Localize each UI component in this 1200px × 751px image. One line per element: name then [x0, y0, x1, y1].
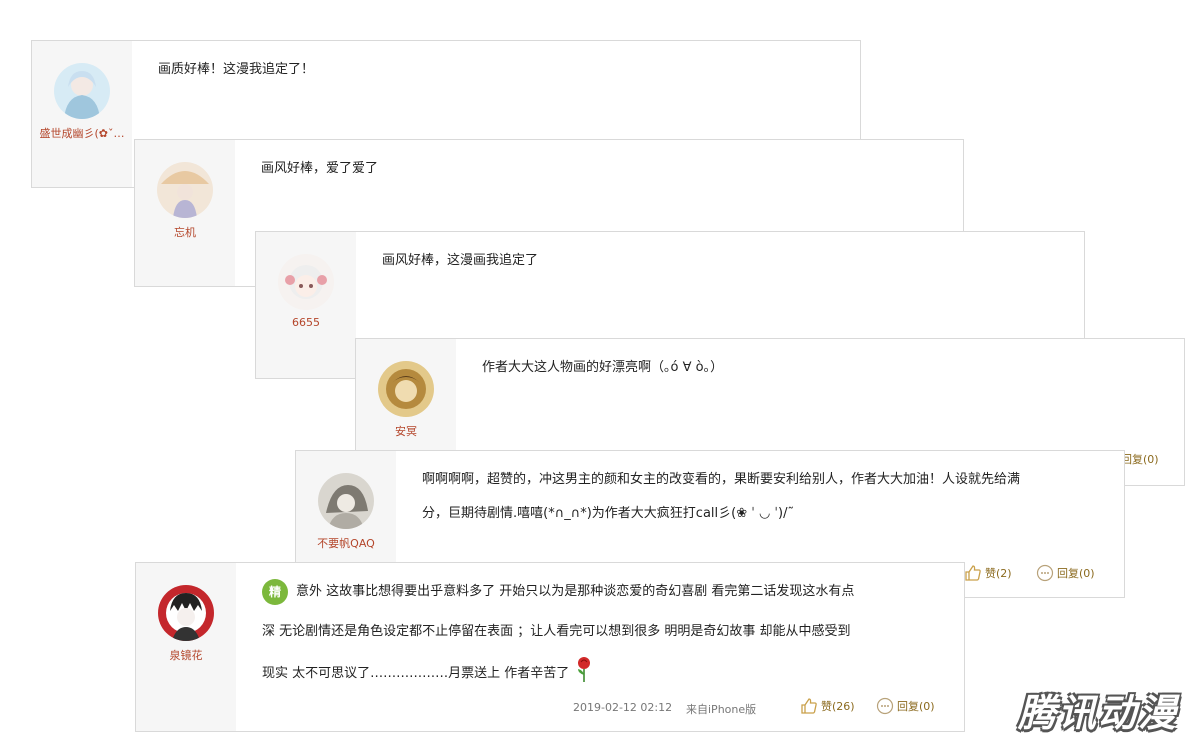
comment-text: 作者大大这人物画的好漂亮啊（｡ó ∀ ò｡） [482, 360, 724, 375]
username[interactable]: 忘机 [135, 224, 235, 240]
comment-text-line: 深 无论剧情还是角色设定都不止停留在表面 ；让人看完可以想到很多 明明是奇幻故事… [262, 624, 851, 639]
comment-user-panel: 盛世成幽彡(✿ˇ… [32, 41, 132, 187]
comment-text-line: 精意外 这故事比想得要出乎意料多了 开始只以为是那种谈恋爱的奇幻喜剧 看完第二话… [262, 577, 854, 607]
comment-source: 来自iPhone版 [686, 703, 757, 716]
reply-button[interactable]: 回复(0) [1036, 564, 1095, 582]
username[interactable]: 泉镜花 [136, 647, 236, 663]
thumbs-up-icon [965, 565, 981, 581]
comment-text: 画质好棒！这漫我追定了！ [158, 62, 315, 77]
user-avatar[interactable] [318, 473, 374, 529]
comment-card-6: 泉镜花 精意外 这故事比想得要出乎意料多了 开始只以为是那种谈恋爱的奇幻喜剧 看… [135, 562, 965, 732]
username[interactable]: 盛世成幽彡(✿ˇ… [32, 125, 132, 141]
like-button[interactable]: 赞(26) [800, 697, 855, 715]
comment-text-line: 现实 太不可思议了………………月票送上 作者辛苦了 [262, 655, 595, 689]
user-avatar[interactable] [278, 254, 334, 310]
rose-icon [578, 657, 591, 682]
comment-bubble-icon [1036, 564, 1054, 582]
comment-timestamp: 2019-02-12 02:12 [573, 701, 673, 714]
comment-text-span: 意外 这故事比想得要出乎意料多了 开始只以为是那种谈恋爱的奇幻喜剧 看完第二话发… [296, 584, 855, 599]
like-button[interactable]: 赞(2) [964, 564, 1012, 582]
featured-badge: 精 [262, 578, 288, 605]
username[interactable]: 不要帆QAQ [296, 535, 396, 551]
comment-bubble-icon [876, 697, 894, 715]
reply-button[interactable]: 回复(0) [876, 697, 935, 715]
reply-button[interactable]: 回复(0) [1121, 451, 1159, 467]
comment-user-panel: 6655 [256, 232, 356, 378]
comment-text: 画风好棒，这漫画我追定了 [382, 253, 539, 268]
comment-text-line: 分，巨期待剧情.嘻嘻(*∩_∩*)为作者大大疯狂打call彡(❀ ˈ ◡ ˈ)/… [422, 506, 794, 521]
comment-text-span: 现实 太不可思议了………………月票送上 作者辛苦了 [262, 666, 570, 681]
comment-user-panel: 泉镜花 [136, 563, 236, 731]
comment-user-panel: 忘机 [135, 140, 235, 286]
user-avatar[interactable] [158, 585, 214, 641]
username[interactable]: 安冥 [356, 423, 456, 439]
user-avatar[interactable] [157, 162, 213, 218]
tencent-comic-watermark: 腾讯动漫 [1017, 691, 1178, 735]
username[interactable]: 6655 [256, 316, 356, 329]
thumbs-up-icon [801, 698, 817, 714]
user-avatar[interactable] [54, 63, 110, 119]
comment-text-line: 啊啊啊啊，超赞的，冲这男主的颜和女主的改变看的，果断要安利给别人，作者大大加油！… [422, 472, 1021, 487]
comment-text: 画风好棒，爱了爱了 [261, 161, 379, 176]
user-avatar[interactable] [378, 361, 434, 417]
